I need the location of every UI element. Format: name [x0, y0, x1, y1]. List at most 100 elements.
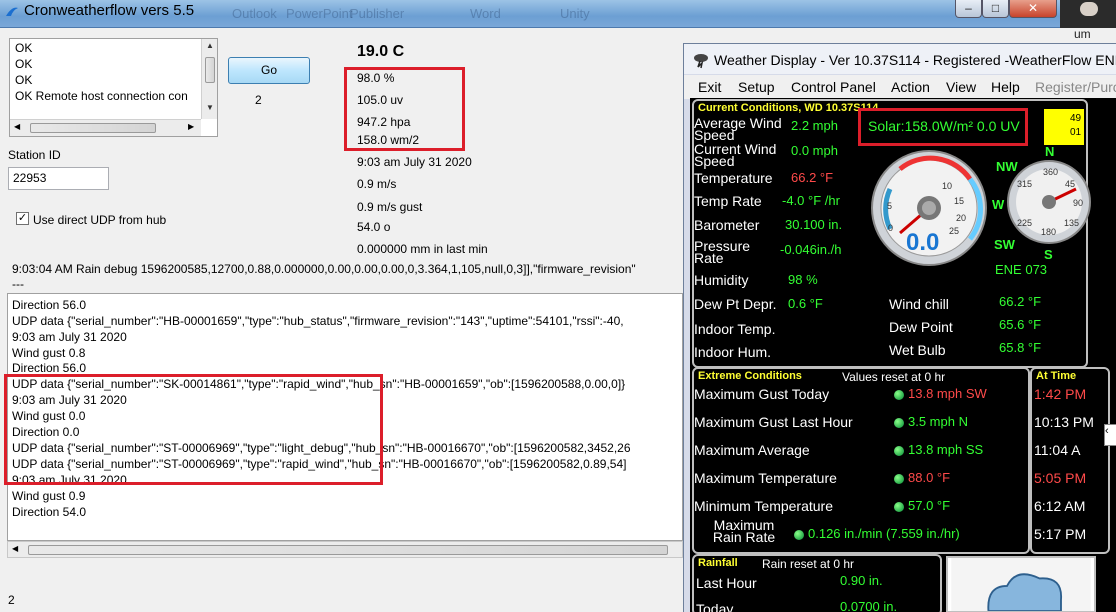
wet-bulb-label: Wet Bulb — [889, 342, 946, 358]
menu-help[interactable]: Help — [991, 79, 1020, 95]
at-time-panel: At Time 1:42 PM 10:13 PM 11:04 A 5:05 PM… — [1030, 367, 1110, 554]
log-line: Direction 56.0 — [12, 298, 87, 312]
pressure-rate-value: -0.046in./h — [780, 242, 842, 257]
status-led-icon — [894, 390, 904, 400]
compass-s-label: S — [1044, 247, 1053, 262]
list-item: OK Remote host connection con — [15, 89, 188, 103]
humidity-label: Humidity — [694, 272, 749, 288]
temperature-label: Temperature — [694, 170, 773, 186]
rain-reading: 0.000000 mm in last min — [357, 242, 488, 256]
status-led-icon — [894, 502, 904, 512]
maximize-button[interactable]: □ — [982, 0, 1009, 18]
wind-chill-value: 66.2 °F — [999, 294, 1042, 309]
app-icon — [6, 7, 18, 16]
highlight-box — [344, 67, 465, 151]
horizontal-scrollbar[interactable]: ◀ — [7, 541, 683, 558]
go-button[interactable]: Go — [228, 57, 310, 84]
gauge-tick: 25 — [949, 226, 960, 236]
temp-rate-label: Temp Rate — [694, 193, 762, 209]
menu-control-panel[interactable]: Control Panel — [791, 79, 876, 95]
log-line: Direction 56.0 — [12, 361, 87, 373]
background-taskbar-item: Publisher — [350, 6, 405, 21]
rain-debug-text: 9:03:04 AM Rain debug 1596200585,12700,0… — [12, 262, 636, 276]
extreme-value: 0.126 in./min (7.559 in./hr) — [808, 526, 960, 541]
gauge-tick: 5 — [887, 201, 893, 211]
status-led-icon — [794, 530, 804, 540]
temperature-value: 66.2 °F — [791, 170, 834, 185]
menu-action[interactable]: Action — [891, 79, 930, 95]
compass-tick: 225 — [1017, 218, 1033, 228]
close-button[interactable]: ✕ — [1009, 0, 1057, 18]
indoor-temp-label: Indoor Temp. — [694, 321, 776, 337]
message-list[interactable]: OK OK OK OK Remote host connection con ▲… — [9, 38, 218, 137]
scroll-left-icon[interactable]: ◀ — [14, 122, 20, 131]
extreme-conditions-header: Extreme Conditions — [698, 370, 802, 382]
rainfall-label: Last Hour — [696, 575, 757, 591]
extreme-value: 13.8 mph SW — [908, 386, 987, 401]
station-id-label: Station ID — [8, 148, 61, 162]
compass-tick: 315 — [1017, 179, 1033, 189]
scroll-up-icon[interactable]: ▲ — [202, 41, 217, 50]
rainfall-header: Rainfall — [698, 557, 738, 569]
extreme-time: 11:04 A — [1034, 442, 1081, 458]
extreme-conditions-panel: Extreme Conditions Values reset at 0 hr … — [692, 367, 1030, 554]
extreme-value: 13.8 mph SS — [908, 442, 984, 457]
compass-tick: 135 — [1064, 218, 1080, 228]
log-line: UDP data {"serial_number":"HB-00001659",… — [12, 314, 624, 328]
solar-uv-reading: Solar:158.0W/m² 0.0 UV — [868, 118, 1020, 134]
gauge-tick: 0 — [888, 223, 894, 233]
wet-bulb-value: 65.8 °F — [999, 340, 1042, 355]
scroll-down-icon[interactable]: ▼ — [202, 103, 217, 112]
yellow-indicator-value: 49 — [1070, 113, 1082, 124]
background-taskbar-item: Outlook — [232, 6, 277, 21]
compass-tick: 360 — [1043, 167, 1059, 177]
log-line: Wind gust 0.9 — [12, 489, 86, 503]
menu-view[interactable]: View — [946, 79, 976, 95]
separator-text: --- — [12, 277, 24, 291]
wd-menubar: Exit Setup Control Panel Action View Hel… — [684, 75, 1116, 99]
menu-exit[interactable]: Exit — [698, 79, 721, 95]
collapse-arrow-icon[interactable]: ‹ — [1104, 424, 1116, 446]
scroll-left-icon[interactable]: ◀ — [12, 544, 18, 553]
extreme-label: Maximum Gust Today — [694, 386, 830, 402]
direction-reading: 54.0 o — [357, 220, 391, 234]
extreme-time: 5:17 PM — [1034, 526, 1087, 542]
status-led-icon — [894, 446, 904, 456]
rainfall-panel: Rainfall Rain reset at 0 hr Last Hour 0.… — [692, 554, 942, 612]
extreme-label: Maximum Rain Rate — [712, 517, 776, 545]
wind-chill-label: Wind chill — [889, 296, 949, 312]
timestamp-reading: 9:03 am July 31 2020 — [357, 155, 472, 169]
extreme-time: 6:12 AM — [1034, 498, 1086, 514]
minimize-button[interactable]: – — [955, 0, 982, 18]
wind-gauge-value: 0.0 — [906, 229, 940, 256]
rainfall-value: 0.0700 in. — [840, 599, 898, 612]
extreme-label: Minimum Temperature — [694, 498, 834, 514]
extreme-label: Maximum Temperature — [694, 470, 837, 486]
rainfall-label: Today — [696, 601, 734, 612]
menu-setup[interactable]: Setup — [738, 79, 775, 95]
scroll-thumb[interactable] — [28, 545, 668, 555]
gauge-tick: 15 — [954, 196, 965, 206]
scroll-right-icon[interactable]: ▶ — [188, 122, 194, 131]
weather-display-window: Weather Display - Ver 10.37S114 - Regist… — [683, 43, 1116, 612]
dew-point-value: 65.6 °F — [999, 317, 1042, 332]
desktop-icon-label: um — [1074, 27, 1091, 41]
menu-register[interactable]: Register/Purc — [1035, 79, 1116, 95]
compass-sw-label: SW — [994, 237, 1015, 252]
cloud-icon — [951, 558, 1091, 612]
rainfall-value: 0.90 in. — [840, 573, 883, 588]
station-id-field[interactable]: 22953 — [8, 167, 109, 190]
gauge-tick: 20 — [956, 213, 967, 223]
barometer-value: 30.100 in. — [785, 217, 843, 232]
horizontal-scrollbar[interactable]: ◀ ▶ — [10, 119, 201, 136]
scroll-thumb[interactable] — [30, 123, 156, 133]
background-taskbar-item: PowerPoint — [286, 6, 353, 21]
scroll-thumb[interactable] — [205, 57, 215, 83]
log-line: Wind gust 0.8 — [12, 346, 86, 360]
yellow-indicator-value: 01 — [1070, 127, 1082, 138]
list-item: OK — [15, 41, 33, 55]
desktop-icon — [1080, 2, 1098, 16]
extreme-value: 88.0 °F — [908, 470, 951, 485]
vertical-scrollbar[interactable]: ▲ ▼ — [201, 39, 217, 119]
udp-checkbox[interactable]: ✓ — [16, 212, 29, 225]
